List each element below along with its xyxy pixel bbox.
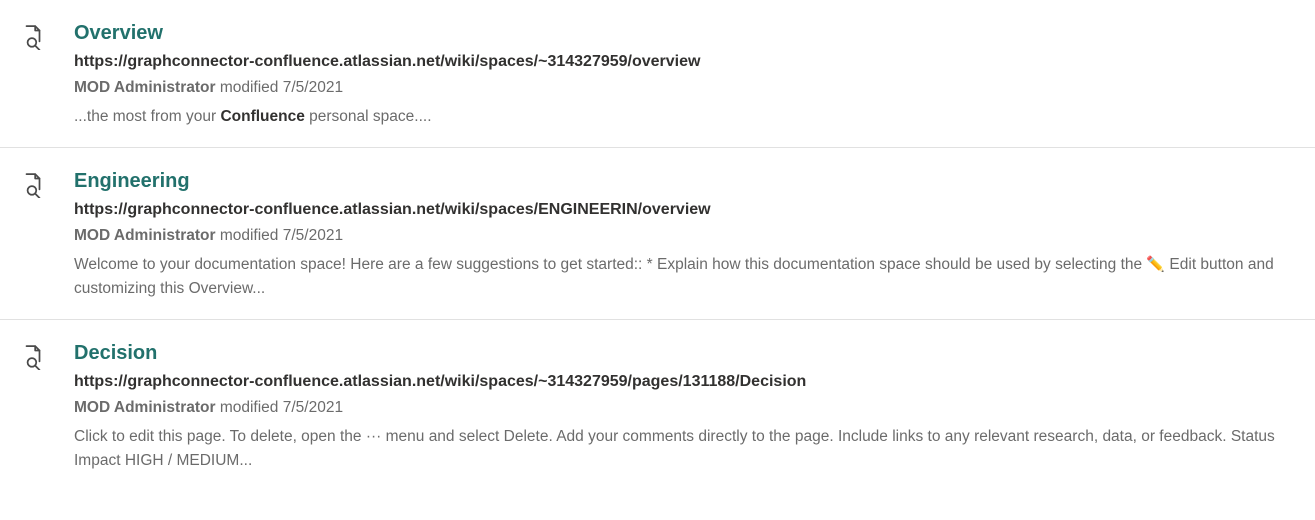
result-snippet: Click to edit this page. To delete, open… bbox=[74, 425, 1295, 473]
result-icon-col bbox=[20, 22, 74, 50]
result-modified-date: 7/5/2021 bbox=[283, 399, 343, 416]
result-modified-label: modified bbox=[220, 79, 279, 96]
result-content: Overview https://graphconnector-confluenc… bbox=[74, 22, 1295, 129]
snippet-highlight: Confluence bbox=[220, 108, 304, 125]
result-meta: MOD Administrator modified 7/5/2021 bbox=[74, 399, 1295, 417]
result-snippet: Welcome to your documentation space! Her… bbox=[74, 253, 1295, 301]
result-modified-label: modified bbox=[220, 399, 279, 416]
search-result: Engineering https://graphconnector-conflu… bbox=[0, 148, 1315, 320]
page-search-icon bbox=[20, 344, 46, 370]
result-url[interactable]: https://graphconnector-confluence.atlass… bbox=[74, 201, 1295, 219]
snippet-pre: Click to edit this page. To delete, open… bbox=[74, 428, 1275, 469]
pencil-icon: ✏️ bbox=[1146, 253, 1165, 276]
result-modified-date: 7/5/2021 bbox=[283, 79, 343, 96]
result-icon-col bbox=[20, 170, 74, 198]
search-result: Overview https://graphconnector-confluenc… bbox=[0, 0, 1315, 148]
result-modified-date: 7/5/2021 bbox=[283, 227, 343, 244]
result-meta: MOD Administrator modified 7/5/2021 bbox=[74, 227, 1295, 245]
result-author: MOD Administrator bbox=[74, 79, 216, 96]
result-title[interactable]: Overview bbox=[74, 22, 163, 45]
result-author: MOD Administrator bbox=[74, 227, 216, 244]
snippet-post: personal space.... bbox=[305, 108, 432, 125]
result-modified-label: modified bbox=[220, 227, 279, 244]
search-results-list: Overview https://graphconnector-confluenc… bbox=[0, 0, 1315, 491]
result-url[interactable]: https://graphconnector-confluence.atlass… bbox=[74, 373, 1295, 391]
page-search-icon bbox=[20, 172, 46, 198]
result-title[interactable]: Engineering bbox=[74, 170, 190, 193]
result-content: Engineering https://graphconnector-conflu… bbox=[74, 170, 1295, 301]
result-icon-col bbox=[20, 342, 74, 370]
search-result: Decision https://graphconnector-confluenc… bbox=[0, 320, 1315, 491]
page-search-icon bbox=[20, 24, 46, 50]
snippet-pre: ...the most from your bbox=[74, 108, 220, 125]
result-title[interactable]: Decision bbox=[74, 342, 157, 365]
result-url[interactable]: https://graphconnector-confluence.atlass… bbox=[74, 53, 1295, 71]
result-content: Decision https://graphconnector-confluenc… bbox=[74, 342, 1295, 473]
result-meta: MOD Administrator modified 7/5/2021 bbox=[74, 79, 1295, 97]
result-snippet: ...the most from your Confluence persona… bbox=[74, 105, 1295, 129]
result-author: MOD Administrator bbox=[74, 399, 216, 416]
snippet-pre: Welcome to your documentation space! Her… bbox=[74, 256, 1146, 273]
